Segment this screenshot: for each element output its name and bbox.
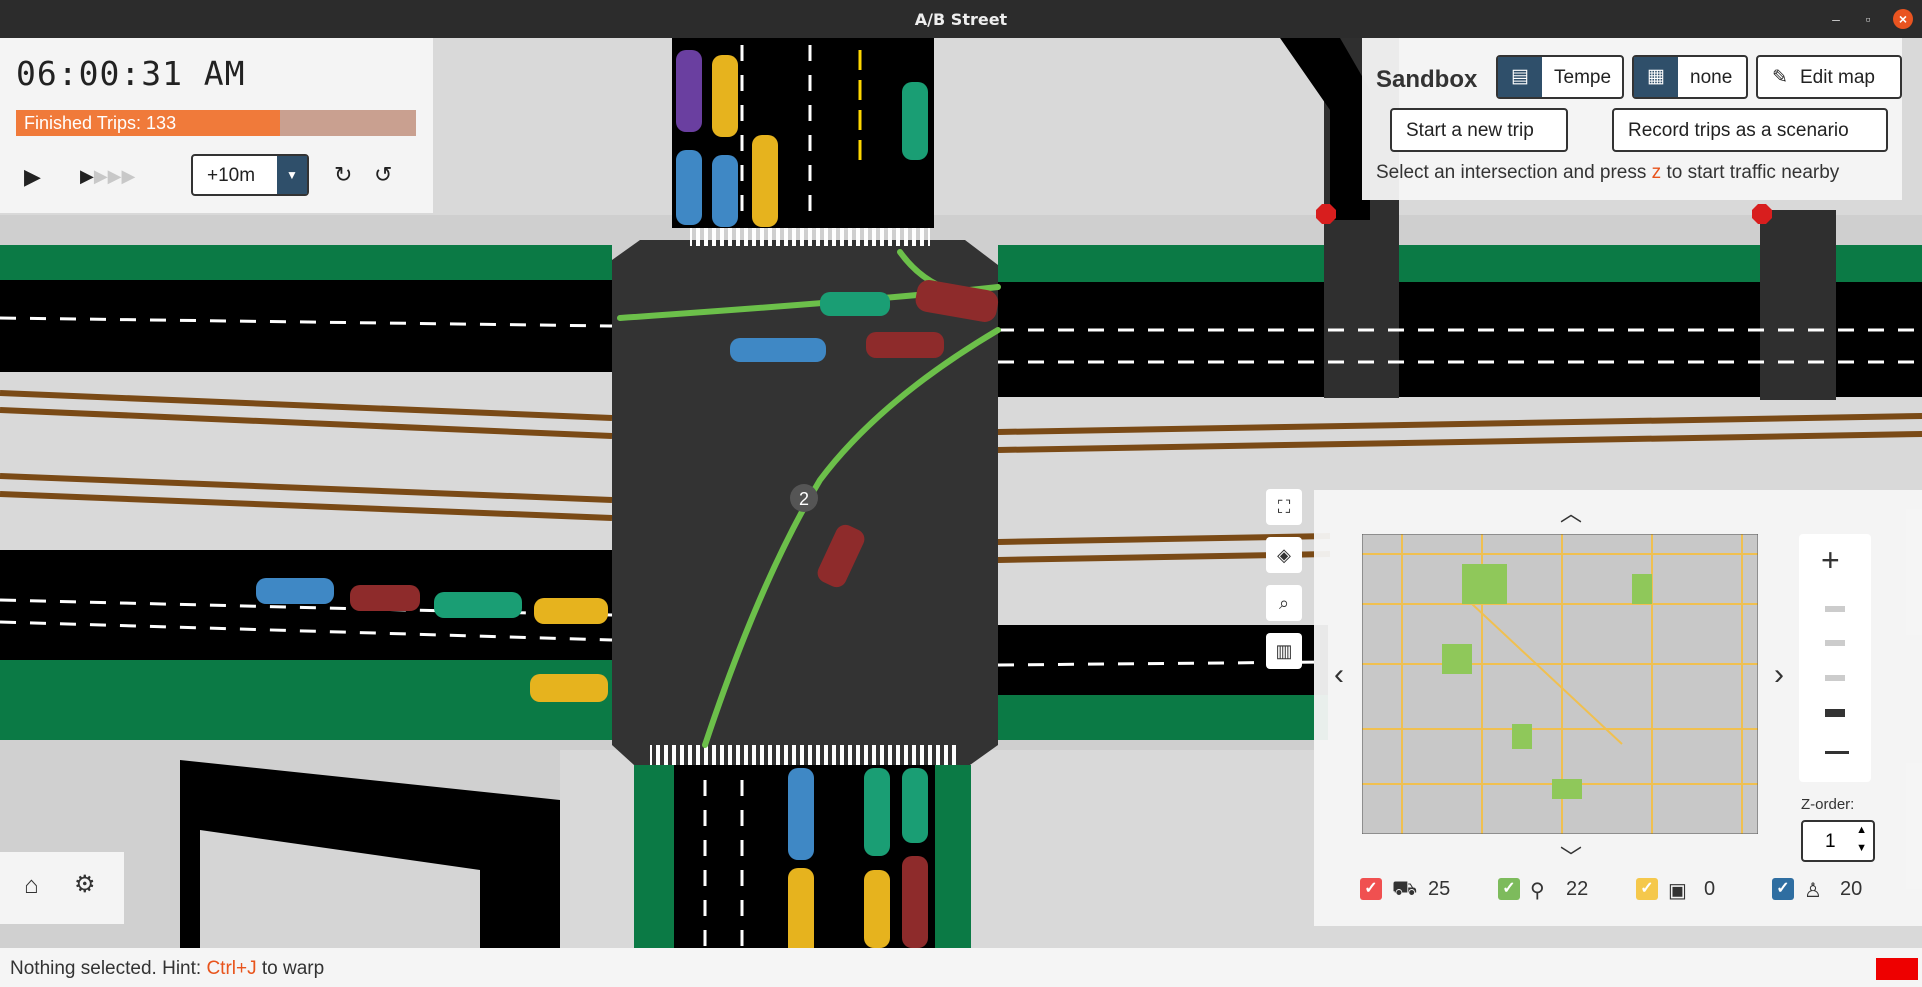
pencil-icon: ✎ xyxy=(1772,67,1788,88)
speed-selector[interactable]: ▶▶▶▶ xyxy=(80,166,135,187)
time-step-value: +10m xyxy=(207,165,256,186)
sandbox-title: Sandbox xyxy=(1376,66,1478,93)
fps-indicator xyxy=(1876,958,1918,980)
zoom-level-4[interactable] xyxy=(1825,709,1845,717)
car xyxy=(788,768,814,860)
car xyxy=(864,870,890,948)
time-step-dropdown[interactable]: +10m ▼ xyxy=(191,154,309,196)
reset-icon[interactable]: ↺ xyxy=(374,162,392,188)
car xyxy=(864,768,890,856)
intersection-count-badge: 2 xyxy=(799,489,809,509)
car xyxy=(350,585,420,611)
zoom-in-icon[interactable]: + xyxy=(1821,542,1840,579)
chart-icon[interactable]: ▥ xyxy=(1266,633,1302,669)
car xyxy=(902,768,928,843)
jump-time-icon[interactable]: ↻ xyxy=(334,162,352,188)
car xyxy=(434,592,522,618)
calendar-icon: ▦ xyxy=(1634,57,1678,97)
crosswalk-south xyxy=(650,745,960,765)
chevron-down-icon[interactable]: ▼ xyxy=(277,156,307,194)
zoom-level-1[interactable] xyxy=(1825,606,1845,612)
time-panel: 06:00:31 AM Finished Trips: 133 ▶ ▶▶▶▶ +… xyxy=(0,38,433,213)
home-settings-panel: ⌂ ⚙ xyxy=(0,852,124,924)
maximize-icon[interactable]: ▫ xyxy=(1858,9,1878,29)
edit-map-label: Edit map xyxy=(1800,67,1875,88)
title-bar: A/B Street – ▫ × xyxy=(0,0,1922,38)
zoom-level-3[interactable] xyxy=(1825,675,1845,681)
finished-trips-progress: Finished Trips: 133 xyxy=(16,110,416,136)
record-trips-button[interactable]: Record trips as a scenario xyxy=(1612,108,1888,152)
car xyxy=(730,338,826,362)
zorder-stepper[interactable]: 1 ▲ ▼ xyxy=(1801,820,1875,862)
car xyxy=(256,578,334,604)
layers-icon[interactable]: ◈ xyxy=(1266,537,1302,573)
map-picker-button[interactable]: ▤ Tempe xyxy=(1496,55,1624,99)
zoom-level-2[interactable] xyxy=(1825,640,1845,646)
car xyxy=(752,135,778,227)
sandbox-hint: Select an intersection and press z to st… xyxy=(1376,162,1840,183)
pan-down-icon[interactable]: ﹀ xyxy=(1560,840,1582,872)
car xyxy=(902,856,928,948)
car xyxy=(866,332,944,358)
car-icon: ⛟ xyxy=(1392,878,1418,900)
zoom-out-icon[interactable] xyxy=(1825,751,1849,754)
checkbox-icon[interactable]: ✓ xyxy=(1360,878,1382,900)
checkbox-icon[interactable]: ✓ xyxy=(1772,878,1794,900)
map-icon: ▤ xyxy=(1498,57,1542,97)
checkbox-icon[interactable]: ✓ xyxy=(1498,878,1520,900)
zorder-label: Z-order: xyxy=(1801,796,1855,813)
car xyxy=(534,598,608,624)
minimap[interactable] xyxy=(1362,534,1758,834)
pan-right-icon[interactable]: › xyxy=(1774,658,1784,692)
road-north xyxy=(672,38,934,228)
start-new-trip-button[interactable]: Start a new trip xyxy=(1390,108,1568,152)
crosswalk-north xyxy=(690,228,930,246)
clock: 06:00:31 AM xyxy=(16,54,246,93)
car xyxy=(676,150,702,225)
fullscreen-icon[interactable]: ⛶ xyxy=(1266,489,1302,525)
zoom-control: + xyxy=(1799,534,1871,782)
gear-icon[interactable]: ⚙ xyxy=(74,870,96,899)
bike-icon: ⚲ xyxy=(1530,880,1545,902)
search-icon[interactable]: ⌕ xyxy=(1266,585,1302,621)
car xyxy=(676,50,702,132)
sandbox-panel: Sandbox ▤ Tempe ▦ none ✎ Edit map Start … xyxy=(1362,38,1902,200)
scenario-picker-button[interactable]: ▦ none xyxy=(1632,55,1748,99)
bus-icon: ▣ xyxy=(1668,880,1687,902)
minimize-icon[interactable]: – xyxy=(1826,9,1846,29)
car xyxy=(712,155,738,227)
scenario-picker-label: none xyxy=(1690,67,1733,88)
finished-trips-label: Finished Trips: 133 xyxy=(24,113,177,133)
home-icon[interactable]: ⌂ xyxy=(24,872,39,900)
walk-icon: ♙ xyxy=(1804,880,1822,902)
close-icon[interactable]: × xyxy=(1893,9,1913,29)
car xyxy=(902,82,928,160)
status-bar: Nothing selected. Hint: Ctrl+J to warp xyxy=(0,948,1922,987)
map-picker-label: Tempe xyxy=(1554,67,1612,88)
pan-left-icon[interactable]: ‹ xyxy=(1334,658,1344,692)
bike-lane-west-south xyxy=(0,660,612,740)
car xyxy=(820,292,890,316)
edit-map-button[interactable]: ✎ Edit map xyxy=(1756,55,1902,99)
pan-up-icon[interactable]: ︿ xyxy=(1560,496,1582,528)
window-title: A/B Street xyxy=(914,10,1008,29)
checkbox-icon[interactable]: ✓ xyxy=(1636,878,1658,900)
minimap-panel: ︿ ﹀ ‹ › + Z-order: 1 ▲ ▼ ✓ ⛟ 25 ✓ ⚲ 22 ✓… xyxy=(1314,490,1922,926)
chevron-up-icon[interactable]: ▲ xyxy=(1856,824,1867,836)
play-icon[interactable]: ▶ xyxy=(24,164,41,190)
car xyxy=(712,55,738,137)
chevron-down-icon[interactable]: ▼ xyxy=(1856,842,1867,854)
status-text: Nothing selected. Hint: Ctrl+J to warp xyxy=(10,958,325,979)
car xyxy=(530,674,608,702)
